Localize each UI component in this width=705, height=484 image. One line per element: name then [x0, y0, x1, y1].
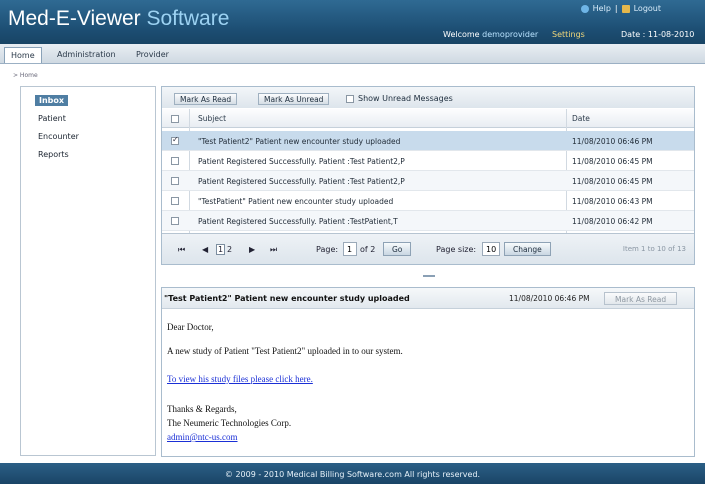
study-files-link[interactable]: To view his study files please click her…	[167, 374, 313, 384]
detail-date: 11/08/2010 06:46 PM	[509, 294, 590, 303]
message-thanks: Thanks & Regards,	[167, 404, 237, 414]
message-company: The Neumeric Technologies Corp.	[167, 418, 292, 428]
inbox-panel: Mark As Read Mark As Unread Show Unread …	[161, 86, 695, 265]
detail-header: "Test Patient2" Patient new encounter st…	[162, 288, 694, 309]
link-separator: |	[614, 4, 618, 13]
app-title: Med-E-Viewer Software	[8, 7, 229, 31]
table-row[interactable]: Patient Registered Successfully. Patient…	[162, 171, 694, 191]
table-row[interactable]: "Test Patient2" Patient new encounter st…	[162, 131, 694, 151]
page-input[interactable]: 1	[343, 242, 357, 256]
change-button[interactable]: Change	[504, 242, 551, 256]
tab-provider[interactable]: Provider	[130, 47, 175, 63]
row-subject: "TestPatient" Patient new encounter stud…	[198, 197, 394, 206]
sidebar-item-patient[interactable]: Patient	[38, 114, 66, 123]
app-header: Med-E-Viewer Software Help | Logout Welc…	[0, 0, 705, 44]
welcome-text: Welcome demoprovider	[443, 30, 538, 39]
row-checkbox[interactable]	[171, 157, 179, 165]
row-subject: "Test Patient2" Patient new encounter st…	[198, 137, 401, 146]
app-footer: © 2009 - 2010 Medical Billing Software.c…	[0, 463, 705, 484]
last-page-icon[interactable]: ⏭	[270, 245, 277, 255]
email-link[interactable]: admin@ntc-us.com	[167, 432, 238, 442]
copyright-text: © 2009 - 2010 Medical Billing Software.c…	[224, 470, 481, 479]
page-label: Page:	[316, 245, 339, 254]
pager: ⏮ ◀ 1 2 ▶ ⏭ Page: 1 of 2 Go Page size: 1…	[162, 233, 694, 264]
sidebar-item-reports[interactable]: Reports	[38, 150, 69, 159]
current-date: Date : 11-08-2010	[621, 30, 695, 39]
row-date: 11/08/2010 06:43 PM	[572, 197, 653, 206]
table-row[interactable]: Patient Registered Successfully. Patient…	[162, 211, 694, 231]
logout-icon[interactable]	[621, 4, 630, 13]
row-date: 11/08/2010 06:45 PM	[572, 157, 653, 166]
show-unread-checkbox[interactable]	[346, 95, 354, 103]
message-detail: "Test Patient2" Patient new encounter st…	[161, 287, 695, 457]
page-number[interactable]: 2	[227, 245, 232, 254]
page-size-input[interactable]: 10	[482, 242, 500, 256]
sidebar: Inbox Patient Encounter Reports	[20, 86, 156, 456]
row-date: 11/08/2010 06:42 PM	[572, 217, 653, 226]
go-button[interactable]: Go	[383, 242, 412, 256]
row-subject: Patient Registered Successfully. Patient…	[198, 157, 405, 166]
breadcrumb[interactable]: > Home	[13, 72, 38, 79]
show-unread-label: Show Unread Messages	[358, 94, 453, 103]
app-title-software: Software	[146, 7, 230, 30]
first-page-icon[interactable]: ⏮	[178, 245, 185, 255]
column-subject[interactable]: Subject	[198, 114, 226, 123]
page-of-label: of 2	[360, 245, 376, 254]
message-body: A new study of Patient "Test Patient2" u…	[167, 346, 403, 356]
row-checkbox[interactable]	[171, 135, 179, 145]
mark-as-read-button[interactable]: Mark As Read	[174, 93, 238, 105]
row-date: 11/08/2010 06:45 PM	[572, 177, 653, 186]
page-number-current[interactable]: 1	[216, 244, 226, 255]
sidebar-item-encounter[interactable]: Encounter	[38, 132, 79, 141]
detail-subject: "Test Patient2" Patient new encounter st…	[164, 294, 410, 303]
row-checkbox[interactable]	[171, 177, 179, 185]
row-subject: Patient Registered Successfully. Patient…	[198, 217, 398, 226]
splitter-handle[interactable]	[423, 275, 435, 277]
logout-link[interactable]: Logout	[634, 4, 661, 13]
main-nav: Home Administration Provider	[0, 44, 705, 64]
top-links: Help | Logout	[580, 4, 661, 13]
next-page-icon[interactable]: ▶	[249, 245, 255, 254]
table-row[interactable]: "TestPatient" Patient new encounter stud…	[162, 191, 694, 211]
table-row[interactable]: Patient Registered Successfully. Patient…	[162, 151, 694, 171]
app-title-main: Med-E-Viewer	[8, 7, 147, 30]
row-checkbox[interactable]	[171, 197, 179, 205]
inbox-toolbar: Mark As Read Mark As Unread Show Unread …	[162, 87, 694, 108]
grid-header: Subject Date	[162, 109, 694, 128]
select-all-checkbox[interactable]	[171, 115, 179, 123]
welcome-prefix: Welcome	[443, 30, 483, 39]
column-date[interactable]: Date	[572, 114, 590, 123]
panel-splitter[interactable]	[161, 268, 695, 284]
row-checkbox[interactable]	[171, 217, 179, 225]
detail-mark-as-read-button[interactable]: Mark As Read	[604, 292, 678, 305]
row-date: 11/08/2010 06:46 PM	[572, 137, 653, 146]
mark-as-unread-button[interactable]: Mark As Unread	[258, 93, 330, 105]
welcome-user: demoprovider	[482, 30, 539, 39]
settings-link[interactable]: Settings	[552, 30, 585, 39]
help-link[interactable]: Help	[593, 4, 611, 13]
tab-administration[interactable]: Administration	[51, 47, 122, 63]
sidebar-item-inbox[interactable]: Inbox	[35, 95, 69, 106]
row-subject: Patient Registered Successfully. Patient…	[198, 177, 405, 186]
page-size-label: Page size:	[436, 245, 477, 254]
pager-info: Item 1 to 10 of 13	[622, 245, 686, 253]
message-greeting: Dear Doctor,	[167, 322, 214, 332]
prev-page-icon[interactable]: ◀	[202, 245, 208, 254]
help-icon[interactable]	[580, 4, 589, 13]
tab-home[interactable]: Home	[4, 47, 42, 63]
